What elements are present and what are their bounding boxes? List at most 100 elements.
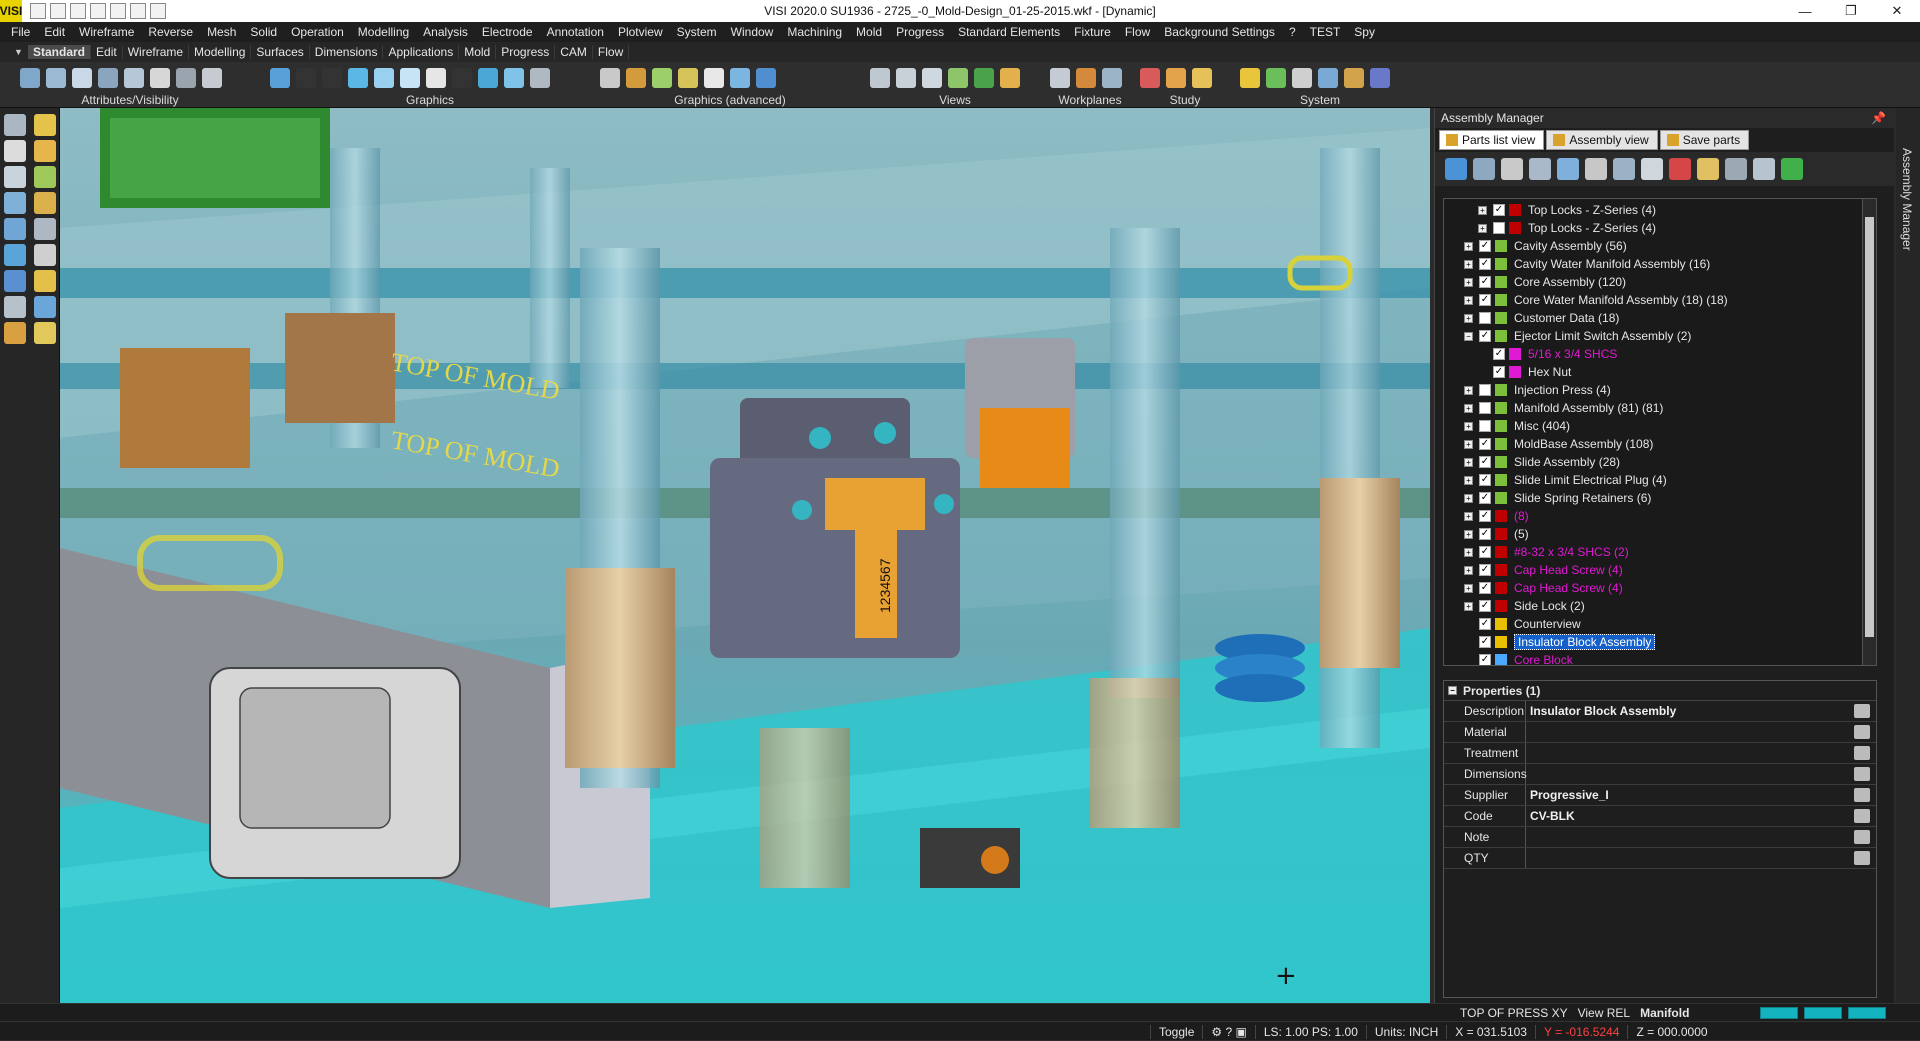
tree-item-label[interactable]: Slide Assembly (28) [1514, 455, 1620, 469]
tree-row[interactable]: + ✓ Cavity Assembly (56) [1464, 237, 1627, 255]
bom-icon[interactable] [1669, 158, 1691, 180]
expand-icon[interactable]: + [1464, 511, 1473, 521]
edit-icon[interactable] [1854, 704, 1870, 718]
tree-row[interactable]: + ✓ Side Lock (2) [1464, 597, 1585, 615]
expand-icon[interactable]: + [1464, 493, 1473, 503]
menu-solid[interactable]: Solid [243, 25, 284, 39]
menu-background-settings[interactable]: Background Settings [1157, 25, 1282, 39]
expand-icon[interactable]: + [1464, 259, 1473, 269]
tree-row[interactable]: + ✓ Cavity Water Manifold Assembly (16) [1464, 255, 1710, 273]
visibility-checkbox[interactable]: ✓ [1479, 474, 1491, 486]
show-all-icon[interactable] [98, 68, 118, 88]
export-icon[interactable] [1753, 158, 1775, 180]
pin-icon[interactable]: 📌 [1871, 111, 1886, 125]
solid-icon[interactable] [34, 244, 56, 266]
study-draft-icon[interactable] [1192, 68, 1212, 88]
expand-icon[interactable]: + [1464, 547, 1473, 557]
tree-item-label[interactable]: Cavity Assembly (56) [1514, 239, 1627, 253]
visibility-checkbox[interactable] [1479, 312, 1491, 324]
menu-edit[interactable]: Edit [37, 25, 72, 39]
tree-item-label[interactable]: Cavity Water Manifold Assembly (16) [1514, 257, 1710, 271]
tree-row[interactable]: + ✓ Slide Spring Retainers (6) [1464, 489, 1651, 507]
expand-icon[interactable]: + [1464, 403, 1473, 413]
menu-reverse[interactable]: Reverse [141, 25, 200, 39]
tree-item-label[interactable]: Misc (404) [1514, 419, 1570, 433]
tab-dimensions[interactable]: Dimensions [310, 45, 384, 59]
search-part-icon[interactable] [1529, 158, 1551, 180]
status-view-mode[interactable]: View REL [1578, 1006, 1630, 1020]
redo-icon[interactable] [150, 3, 166, 19]
tree-item-label[interactable]: Core Block [1514, 653, 1573, 665]
tab-flow[interactable]: Flow [593, 45, 630, 59]
filter-icon[interactable] [176, 68, 196, 88]
tree-row[interactable]: + ✓ (5) [1464, 525, 1529, 543]
menu-fixture[interactable]: Fixture [1067, 25, 1118, 39]
cut-icon[interactable] [1501, 158, 1523, 180]
tree-item-label[interactable]: Top Locks - Z-Series (4) [1528, 203, 1656, 217]
lighting-icon[interactable] [730, 68, 750, 88]
tree-item-label[interactable]: (8) [1514, 509, 1529, 523]
tree-item-label[interactable]: Slide Limit Electrical Plug (4) [1514, 473, 1667, 487]
gear-icon[interactable] [1292, 68, 1312, 88]
new-file-icon[interactable] [30, 3, 46, 19]
menu-mold[interactable]: Mold [849, 25, 889, 39]
folder-icon[interactable] [4, 322, 26, 344]
menu-standard-elements[interactable]: Standard Elements [951, 25, 1067, 39]
dimension-icon[interactable] [34, 270, 56, 292]
pan-icon[interactable] [948, 68, 968, 88]
tree-row[interactable]: ✓ Core Block [1464, 651, 1573, 665]
delete-icon[interactable] [4, 296, 26, 318]
menu-electrode[interactable]: Electrode [475, 25, 540, 39]
menu-analysis[interactable]: Analysis [416, 25, 475, 39]
dynamic-section-icon[interactable] [652, 68, 672, 88]
tree-scrollbar[interactable] [1862, 199, 1876, 665]
shaded-edges-icon[interactable] [374, 68, 394, 88]
menu-plotview[interactable]: Plotview [611, 25, 670, 39]
surface-icon[interactable] [34, 218, 56, 240]
visibility-checkbox[interactable]: ✓ [1479, 456, 1491, 468]
section-icon[interactable] [478, 68, 498, 88]
shaded-icon[interactable] [348, 68, 368, 88]
checkmark-icon[interactable] [1781, 158, 1803, 180]
trim-icon[interactable] [34, 140, 56, 162]
edit-icon[interactable] [1725, 158, 1747, 180]
invert-visibility-icon[interactable] [150, 68, 170, 88]
tree-item-label[interactable]: Cap Head Screw (4) [1514, 581, 1623, 595]
edit-icon[interactable] [1854, 767, 1870, 781]
silhouette-icon[interactable] [452, 68, 472, 88]
visibility-checkbox[interactable]: ✓ [1479, 582, 1491, 594]
status-workplane[interactable]: TOP OF PRESS XY [1460, 1006, 1568, 1020]
visibility-checkbox[interactable]: ✓ [1479, 330, 1491, 342]
visibility-checkbox[interactable]: ✓ [1479, 510, 1491, 522]
undo-icon[interactable] [130, 3, 146, 19]
note-icon[interactable] [34, 322, 56, 344]
tab-parts-list-view[interactable]: Parts list view [1439, 130, 1545, 150]
chevron-down-icon[interactable]: ▼ [14, 47, 24, 57]
tab-surfaces[interactable]: Surfaces [251, 45, 310, 59]
expand-icon[interactable]: + [1464, 601, 1473, 611]
tree-row[interactable]: + ✓ Slide Limit Electrical Plug (4) [1464, 471, 1667, 489]
expand-icon[interactable]: + [1464, 583, 1473, 593]
expand-icon[interactable]: + [1464, 457, 1473, 467]
help-icon[interactable] [4, 270, 26, 292]
scrollbar-thumb[interactable] [1865, 217, 1874, 637]
explode-icon[interactable] [530, 68, 550, 88]
image-icon[interactable] [1318, 68, 1338, 88]
add-part-icon[interactable] [1557, 158, 1579, 180]
cube-icon[interactable] [4, 192, 26, 214]
maximize-button[interactable]: ❐ [1828, 0, 1874, 22]
tree-item-label[interactable]: Top Locks - Z-Series (4) [1528, 221, 1656, 235]
tab-wireframe[interactable]: Wireframe [123, 45, 190, 59]
visibility-checkbox[interactable]: ✓ [1479, 654, 1491, 665]
tree-item-label[interactable]: Core Water Manifold Assembly (18) (18) [1514, 293, 1728, 307]
save-as-icon[interactable] [90, 3, 106, 19]
plugin-icon[interactable] [1370, 68, 1390, 88]
expand-icon[interactable]: + [1464, 529, 1473, 539]
menu-spy[interactable]: Spy [1347, 25, 1382, 39]
tree-row[interactable]: + Top Locks - Z-Series (4) [1478, 219, 1656, 237]
menu-machining[interactable]: Machining [780, 25, 849, 39]
tree-item-label[interactable]: MoldBase Assembly (108) [1514, 437, 1653, 451]
menu-flow[interactable]: Flow [1118, 25, 1157, 39]
menu-progress[interactable]: Progress [889, 25, 951, 39]
visibility-checkbox[interactable]: ✓ [1479, 546, 1491, 558]
